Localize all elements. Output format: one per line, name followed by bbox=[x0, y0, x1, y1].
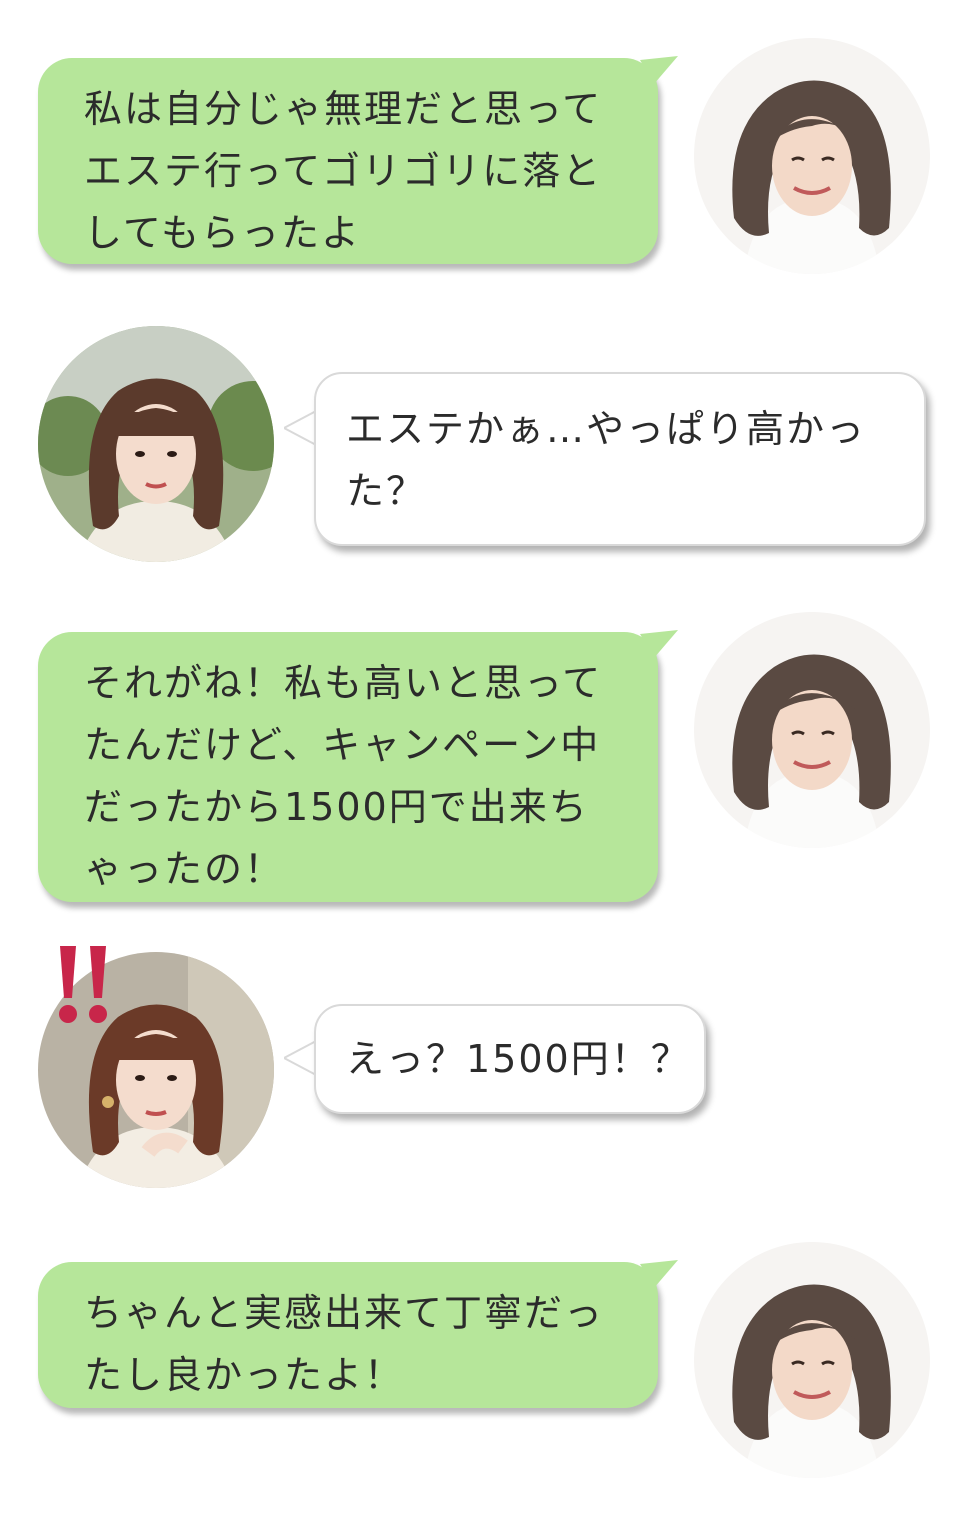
girl-avatar-icon bbox=[38, 326, 274, 562]
bubble-tail-icon bbox=[284, 410, 318, 447]
message-line: えっ？1500円！？ bbox=[346, 1037, 691, 1081]
woman-avatar-icon bbox=[694, 1242, 930, 1478]
message-line: エステかぁ…やっぱり高かっ bbox=[346, 407, 867, 451]
message-line: 私は自分じゃ無理だと思って bbox=[84, 87, 603, 131]
double-exclamation-icon bbox=[59, 946, 107, 1023]
message-bubble-4: えっ？1500円！？ bbox=[314, 1004, 706, 1114]
message-line: たんだけど、キャンペーン中 bbox=[84, 723, 601, 767]
message-bubble-5: ちゃんと実感出来て丁寧だっ たし良かったよ！ bbox=[38, 1262, 658, 1408]
woman-avatar-icon bbox=[694, 612, 930, 848]
bubble-tail-icon bbox=[284, 1040, 318, 1077]
avatar-woman-2 bbox=[694, 612, 930, 848]
avatar-woman-1 bbox=[694, 38, 930, 274]
message-line: してもらったよ bbox=[84, 211, 361, 255]
message-line: たし良かったよ！ bbox=[84, 1353, 405, 1397]
avatar-girl-1 bbox=[38, 326, 274, 562]
message-line: た？ bbox=[346, 469, 427, 513]
bubble-tail-icon bbox=[640, 56, 678, 84]
message-bubble-3: それがね！私も高いと思って たんだけど、キャンペーン中 だったから1500円で出… bbox=[38, 632, 658, 902]
message-bubble-2: エステかぁ…やっぱり高かっ た？ bbox=[314, 372, 926, 546]
woman-avatar-icon bbox=[694, 38, 930, 274]
bubble-tail-icon bbox=[640, 630, 678, 658]
message-line: それがね！私も高いと思って bbox=[84, 661, 603, 705]
message-line: エステ行ってゴリゴリに落と bbox=[84, 149, 603, 193]
message-line: だったから1500円で出来ち bbox=[84, 785, 589, 829]
message-line: ちゃんと実感出来て丁寧だっ bbox=[84, 1291, 605, 1335]
bubble-tail-icon bbox=[640, 1260, 678, 1288]
message-bubble-1: 私は自分じゃ無理だと思って エステ行ってゴリゴリに落と してもらったよ bbox=[38, 58, 658, 264]
message-line: ゃったの！ bbox=[84, 847, 285, 891]
avatar-woman-3 bbox=[694, 1242, 930, 1478]
